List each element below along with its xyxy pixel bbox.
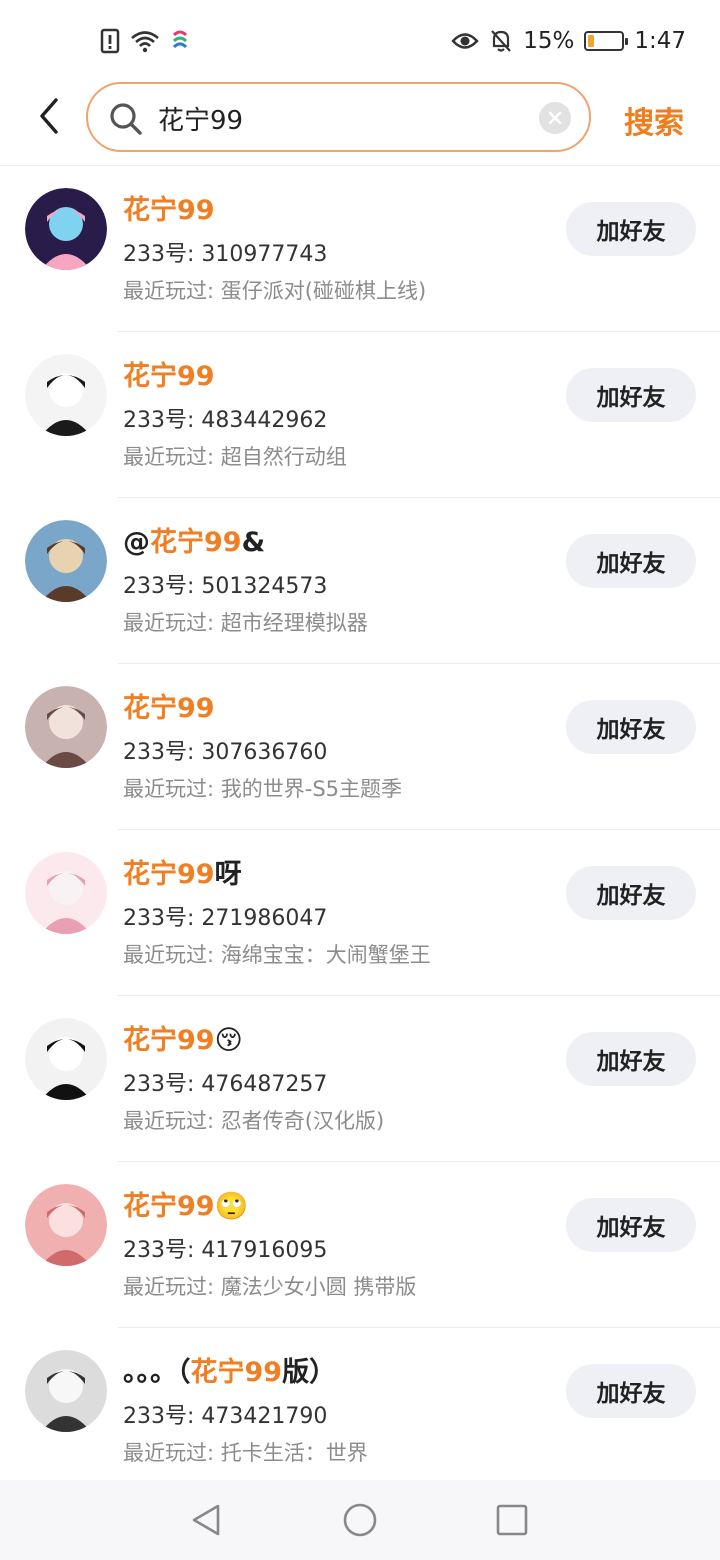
search-button[interactable]: 搜索 bbox=[624, 98, 684, 142]
user-name: 花宁99😚 bbox=[123, 1018, 243, 1057]
results-list: 花宁99 233号: 310977743 最近玩过: 蛋仔派对(碰碰棋上线) 加… bbox=[0, 166, 720, 1494]
avatar[interactable] bbox=[25, 520, 107, 602]
eye-icon bbox=[451, 33, 479, 49]
result-row[interactable]: 花宁99呀 233号: 271986047 最近玩过: 海绵宝宝：大闹蟹堡王 加… bbox=[0, 830, 720, 996]
battery-icon bbox=[584, 31, 629, 51]
avatar[interactable] bbox=[25, 852, 107, 934]
result-row[interactable]: 花宁99 233号: 307636760 最近玩过: 我的世界-S5主题季 加好… bbox=[0, 664, 720, 830]
name-highlight: 花宁99 bbox=[150, 527, 242, 558]
user-name: 。。。（花宁99版） bbox=[123, 1350, 336, 1389]
status-right: 15% 1:47 bbox=[451, 28, 686, 54]
user-id: 233号: 473421790 bbox=[123, 1404, 328, 1429]
name-suffix: 🙄 bbox=[214, 1191, 249, 1222]
recently-played: 最近玩过: 海绵宝宝：大闹蟹堡王 bbox=[123, 943, 431, 967]
result-row[interactable]: 。。。（花宁99版） 233号: 473421790 最近玩过: 托卡生活：世界… bbox=[0, 1328, 720, 1494]
recents-square-icon[interactable] bbox=[492, 1500, 532, 1540]
status-left bbox=[100, 28, 190, 54]
user-name: 花宁99呀 bbox=[123, 852, 242, 891]
result-row[interactable]: @花宁99& 233号: 501324573 最近玩过: 超市经理模拟器 加好友 bbox=[0, 498, 720, 664]
user-name: @花宁99& bbox=[123, 520, 265, 559]
wifi-icon bbox=[131, 31, 159, 53]
result-row[interactable]: 花宁99😚 233号: 476487257 最近玩过: 忍者传奇(汉化版) 加好… bbox=[0, 996, 720, 1162]
name-suffix: 😚 bbox=[214, 1025, 243, 1056]
user-name: 花宁99 bbox=[123, 188, 215, 227]
user-name: 花宁99 bbox=[123, 354, 215, 393]
mute-bell-icon bbox=[491, 30, 512, 52]
search-box[interactable] bbox=[86, 82, 591, 152]
search-input[interactable] bbox=[158, 98, 528, 138]
recently-played: 最近玩过: 忍者传奇(汉化版) bbox=[123, 1109, 385, 1133]
add-friend-button[interactable]: 加好友 bbox=[566, 1032, 696, 1086]
name-prefix: 。。。（ bbox=[123, 1357, 191, 1388]
user-id: 233号: 476487257 bbox=[123, 1072, 328, 1097]
add-friend-button[interactable]: 加好友 bbox=[566, 866, 696, 920]
avatar[interactable] bbox=[25, 354, 107, 436]
avatar[interactable] bbox=[25, 1018, 107, 1100]
user-id: 233号: 310977743 bbox=[123, 242, 328, 267]
user-id: 233号: 483442962 bbox=[123, 408, 328, 433]
result-row[interactable]: 花宁99 233号: 310977743 最近玩过: 蛋仔派对(碰碰棋上线) 加… bbox=[0, 166, 720, 332]
recently-played: 最近玩过: 魔法少女小圆 携带版 bbox=[123, 1275, 417, 1299]
recently-played: 最近玩过: 超市经理模拟器 bbox=[123, 611, 368, 635]
system-nav-bar bbox=[0, 1480, 720, 1560]
name-suffix: & bbox=[241, 527, 266, 558]
add-friend-button[interactable]: 加好友 bbox=[566, 202, 696, 256]
user-id: 233号: 501324573 bbox=[123, 574, 328, 599]
add-friend-button[interactable]: 加好友 bbox=[566, 700, 696, 754]
recently-played: 最近玩过: 我的世界-S5主题季 bbox=[123, 777, 403, 801]
user-name: 花宁99 bbox=[123, 686, 215, 725]
user-name: 花宁99🙄 bbox=[123, 1184, 248, 1223]
name-highlight: 花宁99 bbox=[123, 1025, 215, 1056]
search-header: 搜索 bbox=[0, 82, 720, 166]
avatar[interactable] bbox=[25, 1350, 107, 1432]
name-highlight: 花宁99 bbox=[123, 693, 215, 724]
battery-percent: 15% bbox=[523, 28, 575, 54]
name-highlight: 花宁99 bbox=[123, 361, 215, 392]
clock: 1:47 bbox=[634, 28, 686, 54]
recently-played: 最近玩过: 蛋仔派对(碰碰棋上线) bbox=[123, 279, 427, 303]
add-friend-button[interactable]: 加好友 bbox=[566, 1364, 696, 1418]
name-highlight: 花宁99 bbox=[123, 859, 215, 890]
user-id: 233号: 307636760 bbox=[123, 740, 328, 765]
add-friend-button[interactable]: 加好友 bbox=[566, 1198, 696, 1252]
user-id: 233号: 271986047 bbox=[123, 906, 328, 931]
search-icon bbox=[110, 103, 142, 135]
carrier-icon bbox=[172, 30, 188, 49]
name-suffix: 呀 bbox=[214, 859, 242, 890]
sim-alert-icon bbox=[100, 28, 120, 54]
result-row[interactable]: 花宁99🙄 233号: 417916095 最近玩过: 魔法少女小圆 携带版 加… bbox=[0, 1162, 720, 1328]
recently-played: 最近玩过: 托卡生活：世界 bbox=[123, 1441, 368, 1465]
back-triangle-icon[interactable] bbox=[186, 1500, 226, 1540]
avatar[interactable] bbox=[25, 686, 107, 768]
battery-level-fill bbox=[588, 35, 594, 47]
add-friend-button[interactable]: 加好友 bbox=[566, 368, 696, 422]
name-highlight: 花宁99 bbox=[123, 1191, 215, 1222]
status-bar: 15% 1:47 bbox=[0, 0, 720, 82]
name-highlight: 花宁99 bbox=[190, 1357, 283, 1388]
chevron-left-icon[interactable] bbox=[30, 96, 70, 136]
result-row[interactable]: 花宁99 233号: 483442962 最近玩过: 超自然行动组 加好友 bbox=[0, 332, 720, 498]
avatar[interactable] bbox=[25, 188, 107, 270]
recently-played: 最近玩过: 超自然行动组 bbox=[123, 445, 347, 469]
name-suffix: 版） bbox=[282, 1357, 337, 1388]
avatar[interactable] bbox=[25, 1184, 107, 1266]
name-highlight: 花宁99 bbox=[123, 195, 215, 226]
home-circle-icon[interactable] bbox=[340, 1500, 380, 1540]
add-friend-button[interactable]: 加好友 bbox=[566, 534, 696, 588]
user-id: 233号: 417916095 bbox=[123, 1238, 328, 1263]
clear-icon[interactable] bbox=[539, 102, 571, 134]
name-prefix: @ bbox=[123, 527, 150, 558]
